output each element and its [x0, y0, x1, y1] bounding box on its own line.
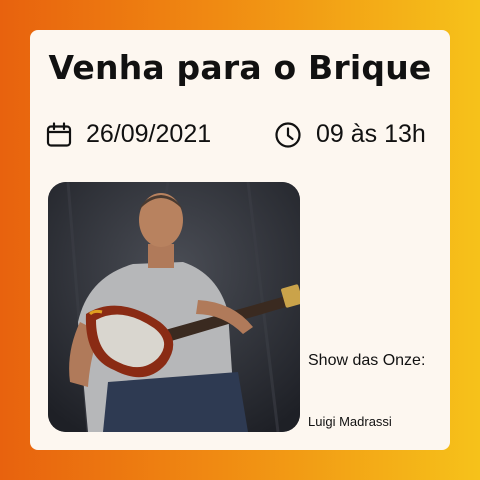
artist-photo	[48, 182, 300, 432]
page-title: Venha para o Brique	[48, 48, 432, 87]
calendar-icon	[46, 121, 72, 148]
event-time-text: 09 às 13h	[316, 120, 426, 148]
show-label: Show das Onze:	[308, 352, 426, 369]
event-date-text: 26/09/2021	[86, 120, 212, 148]
clock-icon	[274, 121, 302, 149]
event-date: 26/09/2021	[46, 120, 211, 149]
event-card: Venha para o Brique 26/09/2021 09 às 13h	[30, 30, 450, 450]
artist-name: Luigi Madrassi	[308, 414, 392, 429]
event-time: 09 às 13h	[274, 120, 426, 149]
